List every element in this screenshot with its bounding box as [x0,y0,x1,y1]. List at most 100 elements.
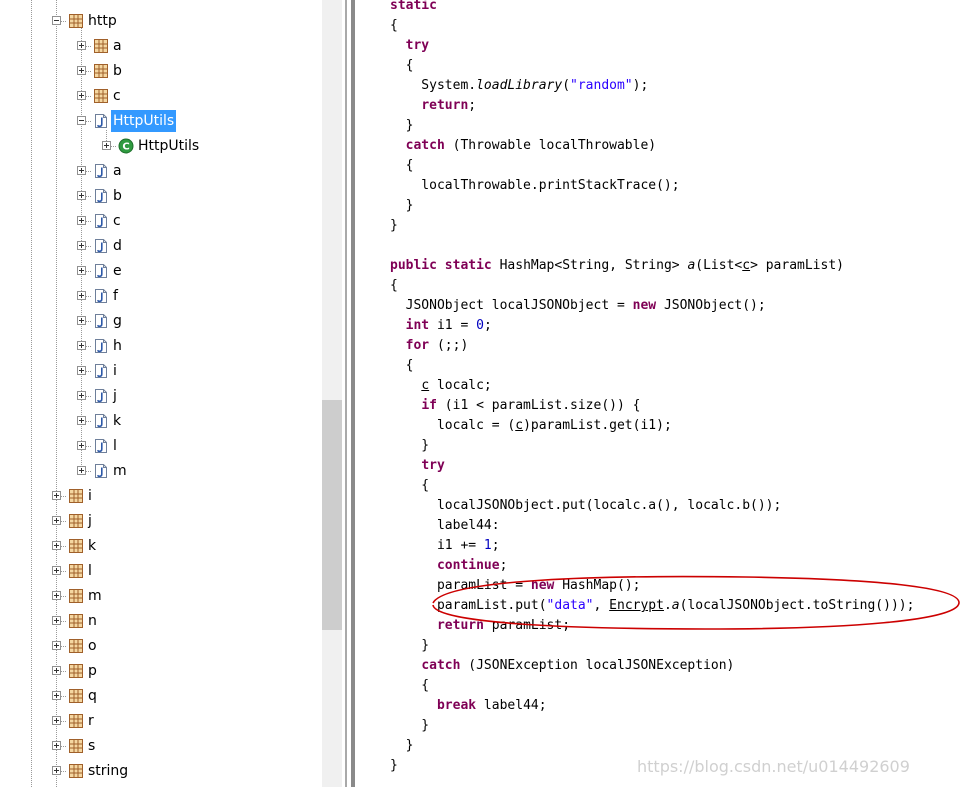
collapse-toggle-icon[interactable] [52,16,61,25]
expand-toggle-icon[interactable] [77,416,86,425]
tree-item-pkg[interactable]: p [0,660,322,682]
expand-toggle-icon[interactable] [77,366,86,375]
code-editor[interactable]: static { try { System.loadLibrary("random… [371,0,967,787]
collapse-toggle-icon[interactable] [77,116,86,125]
expand-toggle-icon[interactable] [77,41,86,50]
tree-item-pkg[interactable]: r [0,710,322,732]
tree-item-pkg[interactable]: l [0,560,322,582]
tree-item-pkg[interactable]: b [0,60,322,82]
tree-item-java[interactable]: i [0,360,322,382]
code-line: { [390,356,414,376]
tree-item-label: a [113,163,122,179]
expand-toggle-icon[interactable] [77,216,86,225]
expand-toggle-icon[interactable] [77,66,86,75]
watermark-text: https://blog.csdn.net/u014492609 [637,757,910,776]
code-line: } [390,116,414,136]
tree-item-java[interactable]: a [0,160,322,182]
expand-toggle-icon[interactable] [52,766,61,775]
annotation-ellipse [432,575,960,630]
tree-item-pkg[interactable]: c [0,85,322,107]
expand-toggle-icon[interactable] [52,516,61,525]
expand-toggle-icon[interactable] [102,141,111,150]
expand-toggle-icon[interactable] [77,191,86,200]
tree-connector [86,396,92,397]
tree-item-java[interactable]: HttpUtils [0,110,322,132]
expand-toggle-icon[interactable] [52,691,61,700]
tree-item-pkg[interactable]: http [0,10,322,32]
tree-scrollbar[interactable] [322,0,342,787]
expand-toggle-icon[interactable] [77,341,86,350]
tree-connector [61,671,67,672]
package-icon [68,663,84,679]
expand-toggle-icon[interactable] [77,291,86,300]
code-token: JSONObject localJSONObject = [390,298,633,313]
tree-item-cls[interactable]: C HttpUtils [0,135,322,157]
tree-connector [86,46,92,47]
code-token: } [390,198,414,213]
tree-item-java[interactable]: j [0,385,322,407]
tree-item-java[interactable]: d [0,235,322,257]
expand-toggle-icon[interactable] [52,741,61,750]
tree-item-java[interactable]: f [0,285,322,307]
expand-toggle-icon[interactable] [52,541,61,550]
expand-toggle-icon[interactable] [77,391,86,400]
expand-toggle-icon[interactable] [52,491,61,500]
tree-item-label: http [88,13,117,29]
code-token: } [390,118,414,133]
tree-item-pkg[interactable]: a [0,35,322,57]
code-line: { [390,56,414,76]
expand-toggle-icon[interactable] [52,641,61,650]
tree-item-label: k [113,413,122,429]
code-line: public static HashMap<String, String> a(… [390,256,844,276]
package-explorer-tree[interactable]: http a b c HttpUtils C HttpUtils a b c d e f g h i j k l m i… [0,0,322,787]
tree-item-label: l [88,563,92,579]
java-file-icon [93,313,109,329]
tree-item-pkg[interactable]: n [0,610,322,632]
expand-toggle-icon[interactable] [77,266,86,275]
expand-toggle-icon[interactable] [52,616,61,625]
code-token: HashMap<String, String> [491,258,688,273]
code-token: ; [499,558,508,573]
tree-item-java[interactable]: e [0,260,322,282]
code-line: i1 += 1; [390,536,500,556]
tree-item-java[interactable]: g [0,310,322,332]
tree-item-pkg[interactable]: m [0,585,322,607]
tree-item-pkg[interactable]: o [0,635,322,657]
tree-item-pkg[interactable]: string [0,760,322,782]
expand-toggle-icon[interactable] [77,166,86,175]
tree-item-pkg[interactable]: q [0,685,322,707]
code-line: } [390,736,414,756]
code-token: continue [436,558,500,573]
expand-toggle-icon[interactable] [77,466,86,475]
splitter-handle[interactable] [351,0,355,787]
expand-toggle-icon[interactable] [52,716,61,725]
code-token: { [390,478,430,493]
tree-item-java[interactable]: h [0,335,322,357]
code-line: { [390,16,398,36]
tree-item-label: c [113,88,121,104]
java-file-icon [93,413,109,429]
tree-item-pkg[interactable]: s [0,735,322,757]
package-icon [68,763,84,779]
tree-item-pkg[interactable]: j [0,510,322,532]
tree-item-java[interactable]: c [0,210,322,232]
tree-scrollbar-thumb[interactable] [322,400,342,630]
expand-toggle-icon[interactable] [77,316,86,325]
tree-connector [61,596,67,597]
tree-item-java[interactable]: b [0,185,322,207]
expand-toggle-icon[interactable] [52,591,61,600]
pane-splitter[interactable] [342,0,370,787]
expand-toggle-icon[interactable] [77,91,86,100]
tree-item-pkg[interactable]: i [0,485,322,507]
tree-item-pkg[interactable]: k [0,535,322,557]
tree-item-label: e [113,263,122,279]
tree-item-label: s [88,738,96,754]
tree-item-java[interactable]: l [0,435,322,457]
expand-toggle-icon[interactable] [77,241,86,250]
expand-toggle-icon[interactable] [77,441,86,450]
expand-toggle-icon[interactable] [52,666,61,675]
tree-item-java[interactable]: k [0,410,322,432]
expand-toggle-icon[interactable] [52,566,61,575]
tree-item-java[interactable]: m [0,460,322,482]
